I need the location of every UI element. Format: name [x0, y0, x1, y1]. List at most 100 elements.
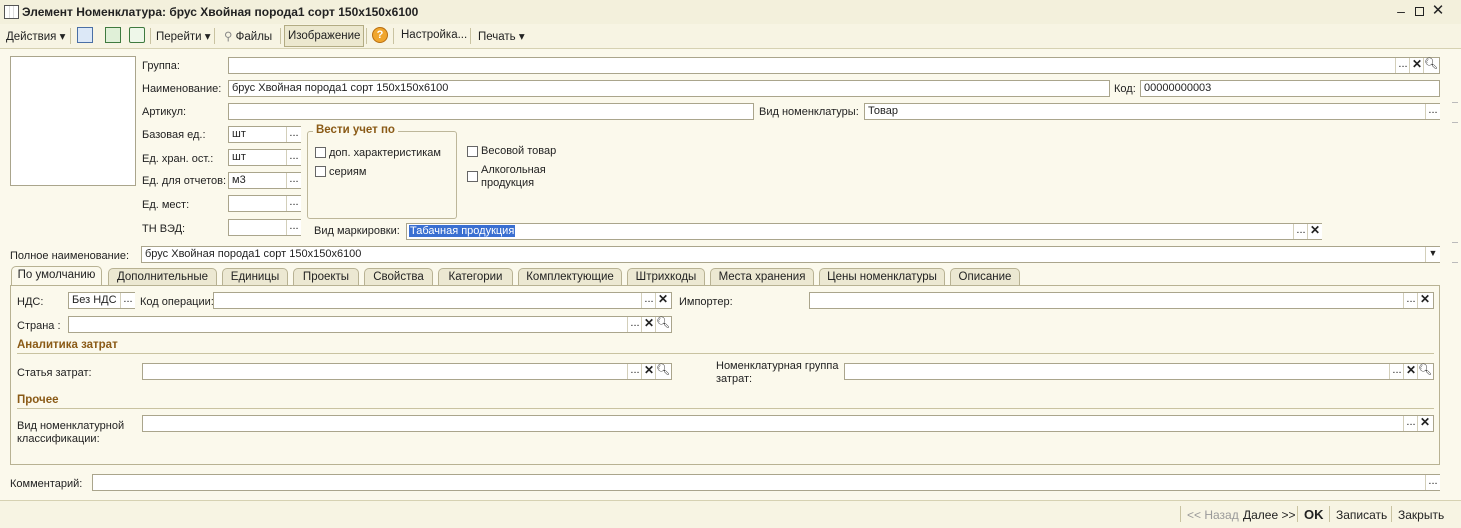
- save-close-icon[interactable]: [77, 27, 93, 43]
- ok-button[interactable]: OK: [1304, 507, 1324, 522]
- refresh-icon[interactable]: [129, 27, 145, 43]
- files-button[interactable]: ⚲ Файлы: [224, 29, 272, 43]
- tab-projects[interactable]: Проекты: [293, 268, 359, 285]
- title-bar: Элемент Номенклатура: брус Хвойная пород…: [0, 0, 1461, 25]
- vat-field[interactable]: Без НДС ...: [68, 292, 135, 309]
- divider: [17, 408, 1434, 409]
- select-button[interactable]: ...: [627, 364, 642, 379]
- classif-label: Вид номенклатурной классификации:: [17, 420, 125, 445]
- report-unit-field[interactable]: м3 ...: [228, 172, 301, 189]
- accounting-group-title: Вести учет по: [313, 124, 398, 136]
- print-menu[interactable]: Печать ▾: [478, 29, 525, 43]
- tab-properties[interactable]: Свойства: [364, 268, 433, 285]
- comment-field[interactable]: ...: [92, 474, 1440, 491]
- op-code-field[interactable]: ... ✕: [213, 292, 672, 309]
- group-field[interactable]: ... ✕ 🔍︎: [228, 57, 1440, 74]
- article-field[interactable]: [228, 103, 754, 120]
- characteristics-checkbox[interactable]: [315, 147, 326, 158]
- base-unit-field[interactable]: шт ...: [228, 126, 301, 143]
- op-code-label: Код операции:: [140, 296, 214, 308]
- tab-components[interactable]: Комплектующие: [518, 268, 622, 285]
- clear-icon[interactable]: ✕: [1417, 293, 1432, 308]
- select-button[interactable]: ...: [120, 293, 135, 308]
- search-icon[interactable]: 🔍︎: [1417, 364, 1432, 379]
- image-placeholder[interactable]: [10, 56, 136, 186]
- kind-field[interactable]: Товар ...: [864, 103, 1440, 120]
- full-name-field[interactable]: брус Хвойная порода1 сорт 150х150х6100 ▼: [141, 246, 1440, 263]
- select-button[interactable]: ...: [286, 127, 301, 142]
- weight-checkbox[interactable]: [467, 146, 478, 157]
- alcohol-checkbox[interactable]: [467, 171, 478, 182]
- search-icon[interactable]: 🔍︎: [655, 364, 670, 379]
- clear-icon[interactable]: ✕: [1403, 364, 1418, 379]
- select-button[interactable]: ...: [286, 150, 301, 165]
- maximize-button[interactable]: [1412, 4, 1426, 18]
- select-button[interactable]: ...: [627, 317, 642, 332]
- clear-icon[interactable]: ✕: [641, 317, 656, 332]
- select-button[interactable]: ...: [286, 196, 301, 211]
- select-button[interactable]: ...: [1403, 293, 1418, 308]
- select-button[interactable]: ...: [1403, 416, 1418, 431]
- dropdown-arrow-icon[interactable]: ▼: [1425, 247, 1440, 262]
- clear-icon[interactable]: ✕: [1307, 224, 1322, 239]
- tab-categories[interactable]: Категории: [438, 268, 513, 285]
- country-field[interactable]: ... ✕ 🔍︎: [68, 316, 672, 333]
- tab-description[interactable]: Описание: [950, 268, 1020, 285]
- tab-storage-places[interactable]: Места хранения: [710, 268, 814, 285]
- clear-icon[interactable]: ✕: [1409, 58, 1424, 73]
- select-button[interactable]: ...: [1425, 475, 1440, 490]
- scrollbar[interactable]: [1452, 52, 1460, 512]
- select-button[interactable]: ...: [286, 173, 301, 188]
- tab-additional[interactable]: Дополнительные: [108, 268, 217, 285]
- nom-group-field[interactable]: ... ✕ 🔍︎: [844, 363, 1434, 380]
- tnved-field[interactable]: ...: [228, 219, 301, 236]
- importer-field[interactable]: ... ✕: [809, 292, 1434, 309]
- settings-button[interactable]: Настройка...: [401, 29, 467, 41]
- bottom-bar: << Назад Далее >> OK Записать Закрыть: [0, 500, 1461, 528]
- save-button[interactable]: Записать: [1336, 508, 1387, 522]
- search-icon[interactable]: 🔍︎: [655, 317, 670, 332]
- help-icon[interactable]: ?: [372, 27, 388, 43]
- places-unit-field[interactable]: ...: [228, 195, 301, 212]
- actions-menu[interactable]: Действия ▾: [6, 29, 65, 43]
- select-button[interactable]: ...: [1389, 364, 1404, 379]
- characteristics-label: доп. характеристикам: [329, 147, 441, 159]
- tab-prices[interactable]: Цены номенклатуры: [819, 268, 945, 285]
- select-button[interactable]: ...: [1425, 104, 1440, 119]
- select-button[interactable]: ...: [286, 220, 301, 235]
- places-unit-label: Ед. мест:: [142, 199, 190, 211]
- close-window-button[interactable]: ✕: [1431, 3, 1445, 18]
- storage-unit-field[interactable]: шт ...: [228, 149, 301, 166]
- tab-units[interactable]: Единицы: [222, 268, 288, 285]
- minimize-button[interactable]: –: [1394, 4, 1408, 18]
- window-title: Элемент Номенклатура: брус Хвойная пород…: [22, 5, 419, 19]
- image-button[interactable]: Изображение: [284, 25, 364, 47]
- goto-menu[interactable]: Перейти ▾: [156, 29, 211, 43]
- tab-default[interactable]: По умолчанию: [11, 266, 102, 286]
- save-icon[interactable]: [105, 27, 121, 43]
- code-label: Код:: [1114, 83, 1136, 95]
- select-button[interactable]: ...: [1293, 224, 1308, 239]
- classif-field[interactable]: ... ✕: [142, 415, 1434, 432]
- clear-icon[interactable]: ✕: [641, 364, 656, 379]
- code-field[interactable]: 00000000003: [1140, 80, 1440, 97]
- series-checkbox[interactable]: [315, 166, 326, 177]
- marking-label: Вид маркировки:: [314, 225, 400, 237]
- back-button[interactable]: << Назад: [1187, 508, 1239, 522]
- cost-item-field[interactable]: ... ✕ 🔍︎: [142, 363, 672, 380]
- base-unit-label: Базовая ед.:: [142, 129, 206, 141]
- importer-label: Импортер:: [679, 296, 733, 308]
- close-button[interactable]: Закрыть: [1398, 508, 1444, 522]
- tab-barcodes[interactable]: Штрихкоды: [627, 268, 705, 285]
- name-field[interactable]: брус Хвойная порода1 сорт 150х150х6100: [228, 80, 1110, 97]
- clear-icon[interactable]: ✕: [1417, 416, 1432, 431]
- marking-field[interactable]: Табачная продукция ... ✕: [406, 223, 1322, 240]
- next-button[interactable]: Далее >>: [1243, 508, 1296, 522]
- tnved-label: ТН ВЭД:: [142, 223, 186, 235]
- select-button[interactable]: ...: [1395, 58, 1410, 73]
- select-button[interactable]: ...: [641, 293, 656, 308]
- clear-icon[interactable]: ✕: [655, 293, 670, 308]
- vat-label: НДС:: [17, 296, 44, 308]
- kind-label: Вид номенклатуры:: [759, 106, 859, 118]
- search-icon[interactable]: 🔍︎: [1423, 58, 1438, 73]
